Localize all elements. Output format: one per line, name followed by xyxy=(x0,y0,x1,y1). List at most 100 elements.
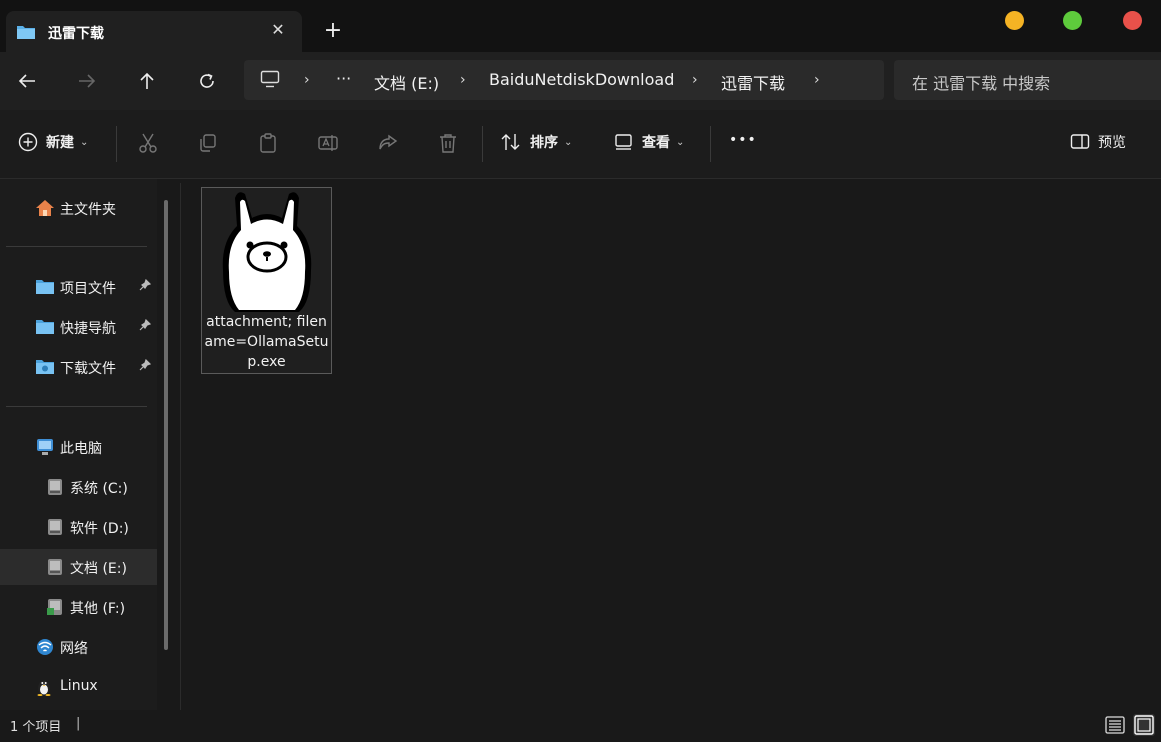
folder-icon xyxy=(16,23,36,44)
file-explorer-window: 迅雷下载 ✕ + › ··· 文档 (E:) › BaiduNetdiskDow… xyxy=(0,0,1161,742)
file-item[interactable]: attachment; filename=OllamaSetup.exe xyxy=(201,187,332,374)
tab-current-folder[interactable]: 迅雷下载 ✕ xyxy=(6,11,302,52)
chevron-right-icon: › xyxy=(692,72,698,88)
share-icon[interactable] xyxy=(377,132,401,156)
drive-icon xyxy=(45,478,63,496)
chevron-down-icon: ⌄ xyxy=(80,136,89,148)
tab-close-icon[interactable]: ✕ xyxy=(268,20,288,40)
view-button[interactable]: 查看 ⌄ xyxy=(614,132,684,152)
sidebar-item-home[interactable]: 主文件夹 xyxy=(0,190,157,226)
sidebar-item-download-files[interactable]: 下载文件 xyxy=(0,349,157,385)
paste-icon[interactable] xyxy=(257,132,281,156)
chevron-down-icon: ⌄ xyxy=(676,136,685,148)
divider xyxy=(6,246,147,247)
arrow-left-icon xyxy=(18,74,35,88)
view-icon xyxy=(615,134,632,150)
sidebar-item-label: 此电脑 xyxy=(60,441,102,457)
arrow-right-icon xyxy=(79,74,96,88)
rename-icon[interactable] xyxy=(317,132,341,156)
pin-icon[interactable] xyxy=(139,318,152,334)
network-icon xyxy=(35,638,53,656)
sidebar-item-drive-e[interactable]: 文档 (E:) xyxy=(0,549,157,585)
ollama-llama-icon xyxy=(222,192,312,312)
tab-strip: 迅雷下载 ✕ + xyxy=(0,0,1161,52)
more-options-button[interactable]: ••• xyxy=(729,132,757,148)
sort-icon xyxy=(501,134,520,150)
sidebar-item-label: 下载文件 xyxy=(60,361,116,377)
chevron-down-icon: ⌄ xyxy=(564,136,573,148)
divider xyxy=(710,126,711,162)
sidebar-item-label: 快捷导航 xyxy=(60,321,116,337)
pin-icon[interactable] xyxy=(139,358,152,374)
folder-icon xyxy=(35,358,54,376)
breadcrumb-overflow[interactable]: ··· xyxy=(336,69,351,88)
search-box[interactable]: 在 迅雷下载 中搜索 xyxy=(894,60,1161,100)
sidebar-item-label: 其他 (F:) xyxy=(70,601,126,617)
details-view-button[interactable] xyxy=(1104,714,1126,736)
sidebar-item-label: 文档 (E:) xyxy=(70,561,127,577)
sidebar-scrollbar[interactable] xyxy=(164,200,168,650)
preview-label: 预览 xyxy=(1098,135,1126,151)
sidebar-item-label: 软件 (D:) xyxy=(70,521,129,537)
divider xyxy=(482,126,483,162)
copy-icon[interactable] xyxy=(197,132,221,156)
item-count: 1 个项目 xyxy=(10,720,62,735)
breadcrumb-drive-e[interactable]: 文档 (E:) xyxy=(374,70,439,94)
sidebar-item-label: Linux xyxy=(60,678,98,694)
sidebar-item-network[interactable]: 网络 xyxy=(0,629,157,665)
large-icons-view-button[interactable] xyxy=(1133,714,1155,736)
details-view-icon xyxy=(1105,716,1125,734)
view-label: 查看 xyxy=(642,135,670,151)
preview-pane-icon xyxy=(1070,134,1090,149)
back-button[interactable] xyxy=(12,66,42,96)
sidebar-item-this-pc[interactable]: 此电脑 xyxy=(0,429,157,465)
preview-pane-button[interactable]: 预览 xyxy=(1070,132,1126,152)
breadcrumb-current[interactable]: 迅雷下载 xyxy=(721,70,785,94)
divider xyxy=(6,406,147,407)
chevron-right-icon: › xyxy=(460,72,466,88)
sidebar-item-linux[interactable]: Linux xyxy=(0,669,157,705)
arrow-up-icon xyxy=(140,72,154,89)
close-window-button[interactable] xyxy=(1123,11,1142,30)
computer-icon xyxy=(260,70,280,92)
linux-penguin-icon xyxy=(35,678,53,696)
maximize-button[interactable] xyxy=(1063,11,1082,30)
drive-icon xyxy=(45,598,63,616)
sort-button[interactable]: 排序 ⌄ xyxy=(500,132,572,152)
sidebar-item-drive-c[interactable]: 系统 (C:) xyxy=(0,469,157,505)
computer-icon xyxy=(35,438,53,456)
file-name: attachment; filename=OllamaSetup.exe xyxy=(204,314,329,370)
search-placeholder: 在 迅雷下载 中搜索 xyxy=(912,74,1051,93)
address-bar[interactable]: › ··· 文档 (E:) › BaiduNetdiskDownload › 迅… xyxy=(244,60,884,100)
sidebar-item-label: 主文件夹 xyxy=(60,202,116,218)
sidebar-item-project-files[interactable]: 项目文件 xyxy=(0,269,157,305)
chevron-right-icon: › xyxy=(814,72,820,88)
new-tab-button[interactable]: + xyxy=(322,20,344,42)
sidebar-item-drive-f[interactable]: 其他 (F:) xyxy=(0,589,157,625)
delete-icon[interactable] xyxy=(437,132,461,156)
drive-icon xyxy=(45,558,63,576)
sidebar-item-drive-d[interactable]: 软件 (D:) xyxy=(0,509,157,545)
drive-icon xyxy=(45,518,63,536)
folder-icon xyxy=(35,278,54,296)
cut-icon[interactable] xyxy=(137,132,161,156)
up-button[interactable] xyxy=(132,66,162,96)
divider xyxy=(116,126,117,162)
new-button[interactable]: 新建 ⌄ xyxy=(18,132,88,152)
status-bar: 1 个项目 | xyxy=(0,710,1161,742)
sidebar-item-quick-nav[interactable]: 快捷导航 xyxy=(0,309,157,345)
tab-title: 迅雷下载 xyxy=(48,26,104,42)
sort-label: 排序 xyxy=(530,135,558,151)
forward-button[interactable] xyxy=(72,66,102,96)
home-icon xyxy=(35,199,54,217)
chevron-right-icon: › xyxy=(304,72,310,88)
navigation-bar: › ··· 文档 (E:) › BaiduNetdiskDownload › 迅… xyxy=(0,52,1161,110)
status-separator: | xyxy=(76,716,81,731)
plus-circle-icon xyxy=(18,132,38,152)
sidebar-item-label: 系统 (C:) xyxy=(70,481,128,497)
minimize-button[interactable] xyxy=(1005,11,1024,30)
large-icons-view-icon xyxy=(1134,715,1154,735)
breadcrumb-baidunetdisk[interactable]: BaiduNetdiskDownload xyxy=(489,70,674,89)
pin-icon[interactable] xyxy=(139,278,152,294)
refresh-button[interactable] xyxy=(192,66,222,96)
